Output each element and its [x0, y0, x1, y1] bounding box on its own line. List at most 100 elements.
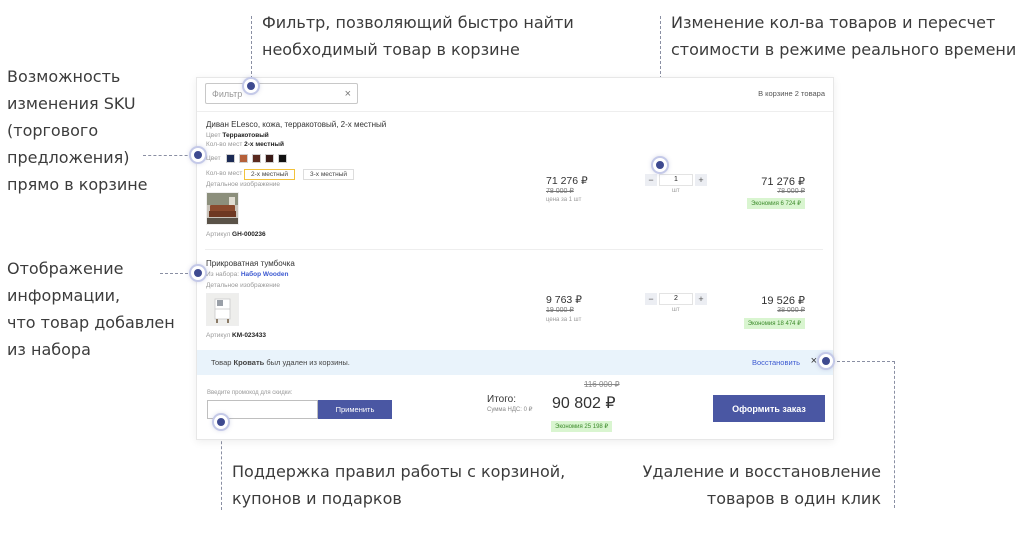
item-set-info: Из набора: Набор Wooden: [206, 271, 288, 278]
total-value: 90 802 ₽: [552, 395, 616, 412]
callout-delete: Удаление и восстановление товаров в один…: [643, 458, 881, 512]
callout-line: из набора: [7, 340, 91, 359]
marker-filter: [244, 79, 258, 93]
callout-line: Удаление и восстановление: [642, 462, 881, 481]
callout-line: информации,: [7, 286, 121, 305]
unit-price-label: цена за 1 шт: [546, 197, 582, 203]
item-name[interactable]: Прикроватная тумбочка: [206, 259, 295, 268]
qty-plus-button[interactable]: +: [695, 174, 707, 186]
item-savings-badge: Экономия 18 474 ₽: [743, 318, 805, 329]
callout-line: необходимый товар в корзине: [262, 40, 520, 59]
marker-quantity: [653, 158, 667, 172]
color-swatch[interactable]: [226, 154, 235, 163]
article-label: Артикул: [206, 231, 231, 238]
qty-unit: шт: [672, 307, 680, 313]
prop-label: Кол-во мест: [206, 141, 243, 148]
removed-notice: Товар Кровать был удален из корзины. Вос…: [197, 350, 833, 375]
unit-price-label: цена за 1 шт: [546, 317, 582, 323]
article: Артикул KM-023433: [206, 332, 266, 339]
connector-delete-h: [827, 361, 895, 362]
connector-sku: [143, 155, 198, 156]
unit-old-price: 19 000 ₽: [546, 307, 574, 314]
prop-value: Терракотовый: [222, 132, 269, 139]
callout-line: Фильтр, позволяющий быстро найти: [262, 13, 574, 32]
divider: [197, 111, 833, 112]
callout-coupons: Поддержка правил работы с корзиной, купо…: [232, 458, 565, 512]
divider: [205, 249, 823, 250]
qty-minus-button[interactable]: −: [645, 174, 657, 186]
filter-clear-icon[interactable]: ×: [345, 88, 351, 100]
item-prop-color: Цвет Терракотовый: [206, 132, 269, 139]
checkout-button[interactable]: Оформить заказ: [713, 395, 825, 422]
color-swatch[interactable]: [252, 154, 261, 163]
item-prop-seats: Кол-во мест 2-х местный: [206, 141, 284, 148]
total-old: 116 000 ₽: [584, 380, 620, 389]
marker-delete: [819, 354, 833, 368]
cart-count: В корзине 2 товара: [758, 89, 825, 98]
callout-line: (торгового: [7, 121, 99, 140]
article-value: GH-000236: [232, 231, 266, 238]
set-link[interactable]: Набор Wooden: [241, 271, 289, 278]
total-label: Итого:: [487, 394, 516, 405]
callout-filter: Фильтр, позволяющий быстро найти необход…: [262, 9, 574, 63]
color-swatch[interactable]: [278, 154, 287, 163]
removed-text: Товар Кровать был удален из корзины.: [211, 358, 350, 367]
set-label: Из набора:: [206, 271, 240, 278]
article-label: Артикул: [206, 332, 231, 339]
item-name[interactable]: Диван ELesco, кожа, терракотовый, 2-х ме…: [206, 120, 386, 129]
qty-unit: шт: [672, 188, 680, 194]
restore-link[interactable]: Восстановить: [752, 358, 800, 367]
callout-line: что товар добавлен: [7, 313, 175, 332]
close-icon[interactable]: ×: [811, 355, 817, 367]
callout-line: изменения SKU: [7, 94, 136, 113]
callout-sku: Возможность изменения SKU (торгового пре…: [7, 63, 148, 198]
connector-delete-v: [894, 361, 895, 508]
callout-line: Возможность: [7, 67, 121, 86]
qty-input[interactable]: 2: [659, 293, 693, 305]
seats-option-label: Кол-во мест: [206, 170, 243, 177]
filter-input[interactable]: [212, 88, 345, 99]
removed-item: Кровать: [233, 358, 265, 367]
article: Артикул GH-000236: [206, 231, 266, 238]
callout-line: стоимости в режиме реального времени: [671, 40, 1017, 59]
item-old-sum: 38 000 ₽: [777, 307, 805, 314]
callout-line: прямо в корзине: [7, 175, 148, 194]
swatch-label: Цвет: [206, 155, 221, 162]
callout-line: Отображение: [7, 259, 124, 278]
prop-label: Цвет: [206, 132, 221, 139]
vat-label: Сумма НДС: 0 ₽: [487, 407, 533, 413]
seats-option-3[interactable]: 3-х местный: [303, 169, 355, 180]
qty-input[interactable]: 1: [659, 174, 693, 186]
callout-line: Поддержка правил работы с корзиной,: [232, 462, 566, 481]
callout-set: Отображение информации, что товар добавл…: [7, 255, 175, 363]
unit-price: 71 276 ₽: [546, 175, 588, 187]
unit-old-price: 78 000 ₽: [546, 188, 574, 195]
qty-minus-button[interactable]: −: [645, 293, 657, 305]
callout-line: Изменение кол-ва товаров и пересчет: [671, 13, 996, 32]
removed-suffix: был удален из корзины.: [266, 358, 350, 367]
callout-quantity: Изменение кол-ва товаров и пересчет стои…: [671, 9, 1016, 63]
marker-coupons: [214, 415, 228, 429]
article-value: KM-023433: [232, 332, 267, 339]
item-savings-badge: Экономия 6 724 ₽: [747, 198, 805, 209]
total-savings-badge: Экономия 25 198 ₽: [551, 421, 613, 432]
callout-line: предложения): [7, 148, 130, 167]
nightstand-thumbnail[interactable]: [206, 293, 239, 326]
sofa-thumbnail[interactable]: [206, 192, 239, 225]
callout-line: товаров в один клик: [706, 489, 881, 508]
color-swatch[interactable]: [265, 154, 274, 163]
unit-price: 9 763 ₽: [546, 294, 582, 306]
detail-image-label: Детальное изображение: [206, 282, 281, 289]
seats-option-2[interactable]: 2-х местный: [244, 169, 296, 180]
connector-filter: [251, 16, 252, 84]
apply-promo-button[interactable]: Применить: [318, 400, 392, 419]
nightstand-image: [207, 294, 238, 325]
prop-value: 2-х местный: [244, 141, 284, 148]
sofa-image: [207, 193, 238, 224]
marker-sku: [191, 148, 205, 162]
color-swatch[interactable]: [239, 154, 248, 163]
removed-prefix: Товар: [211, 358, 232, 367]
cart-widget: × В корзине 2 товара Диван ELesco, кожа,…: [196, 77, 834, 440]
detail-image-label: Детальное изображение: [206, 181, 281, 188]
qty-plus-button[interactable]: +: [695, 293, 707, 305]
